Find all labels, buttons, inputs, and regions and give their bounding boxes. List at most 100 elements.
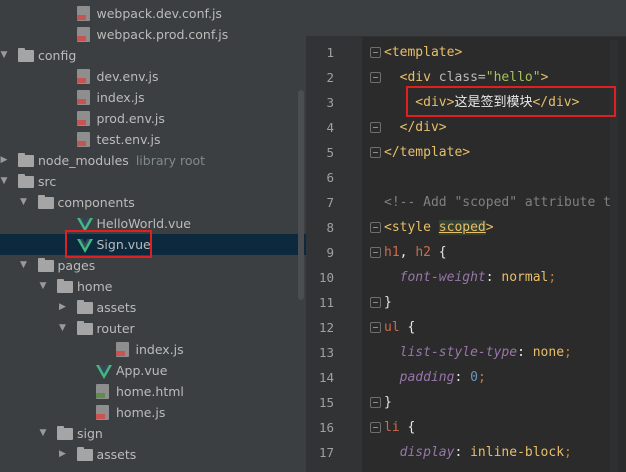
tree-row-label: router [96, 321, 135, 336]
chevron-down-icon[interactable]: ▼ [18, 255, 30, 276]
project-tree[interactable]: webpack.dev.conf.js webpack.prod.conf.js ▼… [0, 0, 306, 472]
fold-marker-icon[interactable] [370, 72, 381, 83]
code-line[interactable]: } [384, 390, 392, 415]
vue-file-icon [76, 238, 93, 253]
tree-row[interactable]: ▼ home [0, 276, 306, 297]
folder-icon [76, 321, 93, 335]
tree-row[interactable]: HelloWorld.vue [0, 213, 306, 234]
code-line[interactable]: <template> [384, 40, 462, 65]
code-line[interactable]: padding: 0; [384, 365, 486, 390]
chevron-down-icon[interactable]: ▼ [37, 423, 49, 444]
js-file-icon [76, 111, 90, 126]
tree-row-label: home [77, 279, 113, 294]
line-number: 4 [326, 120, 334, 135]
folder-icon [57, 279, 73, 293]
tree-row[interactable]: dev.env.js [0, 66, 306, 87]
line-number: 13 [318, 345, 334, 360]
tree-row-label: index.js [135, 342, 184, 357]
fold-marker-icon[interactable] [370, 147, 381, 158]
line-number: 7 [326, 195, 334, 210]
folder-icon [18, 153, 34, 167]
chevron-down-icon[interactable]: ▼ [57, 318, 69, 339]
tree-row[interactable]: prod.env.js [0, 108, 306, 129]
tree-row[interactable]: ▶ assets [0, 297, 306, 318]
editor-scrollbar[interactable] [610, 40, 618, 472]
tree-row-label: Sign.vue [96, 237, 151, 252]
line-number: 16 [318, 420, 334, 435]
line-number: 1 [326, 45, 334, 60]
fold-marker-icon[interactable] [370, 247, 381, 258]
chevron-down-icon[interactable]: ▼ [0, 171, 10, 192]
fold-marker-icon[interactable] [370, 397, 381, 408]
library-root-hint: library root [135, 153, 206, 168]
folder-icon [76, 300, 93, 314]
tree-row[interactable]: ▼ sign [0, 423, 306, 444]
fold-marker-icon[interactable] [370, 222, 381, 233]
tree-row[interactable]: ▼ components [0, 192, 306, 213]
tree-row[interactable]: ▼ config [0, 45, 306, 66]
line-number: 17 [318, 445, 334, 460]
tree-row[interactable]: ▶ assets [0, 444, 306, 465]
tree-row[interactable]: ▼ src [0, 171, 306, 192]
code-line[interactable]: <div class="hello"> [384, 65, 549, 90]
tree-scrollbar[interactable] [298, 90, 304, 300]
code-line[interactable]: <style scoped> [384, 215, 494, 240]
chevron-right-icon[interactable]: ▶ [57, 444, 69, 465]
tree-row[interactable]: ▶ node_modules library root [0, 150, 306, 171]
code-line[interactable]: <!-- Add "scoped" attribute to [384, 190, 619, 215]
tree-row-label: index.js [96, 90, 145, 105]
tree-row-label: assets [96, 447, 137, 462]
chevron-down-icon[interactable]: ▼ [0, 45, 10, 66]
tree-row[interactable]: test.env.js [0, 129, 306, 150]
code-editor[interactable]: 1 2 3 4 5 6 7 8 9 10 11 12 13 14 15 16 17 <template> <di… [306, 0, 626, 472]
code-line[interactable]: <div>这是签到模块</div> [384, 90, 579, 115]
tree-row[interactable]: ▼ pages [0, 255, 306, 276]
fold-marker-icon[interactable] [370, 422, 381, 433]
code-line[interactable]: h1, h2 { [384, 240, 447, 265]
line-number: 10 [318, 270, 334, 285]
editor-tab-bar [306, 0, 626, 37]
tree-row-label: node_modules library root [38, 153, 206, 168]
code-line[interactable]: li { [384, 415, 415, 440]
tree-row[interactable]: index.js [0, 87, 306, 108]
line-number: 14 [318, 370, 334, 385]
tree-row[interactable]: Sign.vue [0, 234, 306, 255]
vue-file-icon [76, 217, 93, 232]
tree-row-label: components [57, 195, 135, 210]
editor-gutter: 1 2 3 4 5 6 7 8 9 10 11 12 13 14 15 16 17 [306, 37, 362, 472]
code-line[interactable]: } [384, 290, 392, 315]
tree-row-label: home.html [116, 384, 184, 399]
fold-marker-icon[interactable] [370, 47, 381, 58]
tree-row-label: dev.env.js [96, 69, 159, 84]
code-line[interactable]: font-weight: normal; [384, 265, 557, 290]
chevron-down-icon[interactable]: ▼ [18, 192, 30, 213]
tree-row[interactable]: webpack.dev.conf.js [0, 3, 306, 24]
code-line[interactable]: display: inline-block; [384, 440, 572, 465]
line-number: 3 [326, 95, 334, 110]
js-file-icon [76, 90, 90, 105]
code-line[interactable]: list-style-type: none; [384, 340, 572, 365]
tree-row[interactable]: ▼ router [0, 318, 306, 339]
chevron-right-icon[interactable]: ▶ [0, 150, 10, 171]
tree-row[interactable]: home.html [0, 381, 306, 402]
js-file-icon [96, 405, 109, 420]
folder-icon [57, 426, 73, 440]
js-file-icon [76, 69, 90, 84]
fold-marker-icon[interactable] [370, 122, 381, 133]
fold-marker-icon[interactable] [370, 322, 381, 333]
tree-row-label: webpack.prod.conf.js [96, 27, 229, 42]
chevron-right-icon[interactable]: ▶ [57, 297, 69, 318]
tree-row[interactable]: home.js [0, 402, 306, 423]
code-line[interactable]: </template> [384, 140, 470, 165]
code-line[interactable]: </div> [384, 115, 447, 140]
tree-row-label: sign [77, 426, 103, 441]
tree-row-label: prod.env.js [96, 111, 165, 126]
code-line[interactable]: ul { [384, 315, 415, 340]
tree-row[interactable]: index.js [0, 339, 306, 360]
tree-row[interactable]: App.vue [0, 360, 306, 381]
tree-row[interactable]: webpack.prod.conf.js [0, 24, 306, 45]
line-number: 15 [318, 395, 334, 410]
chevron-down-icon[interactable]: ▼ [37, 276, 49, 297]
html-file-icon [96, 384, 109, 399]
fold-marker-icon[interactable] [370, 297, 381, 308]
